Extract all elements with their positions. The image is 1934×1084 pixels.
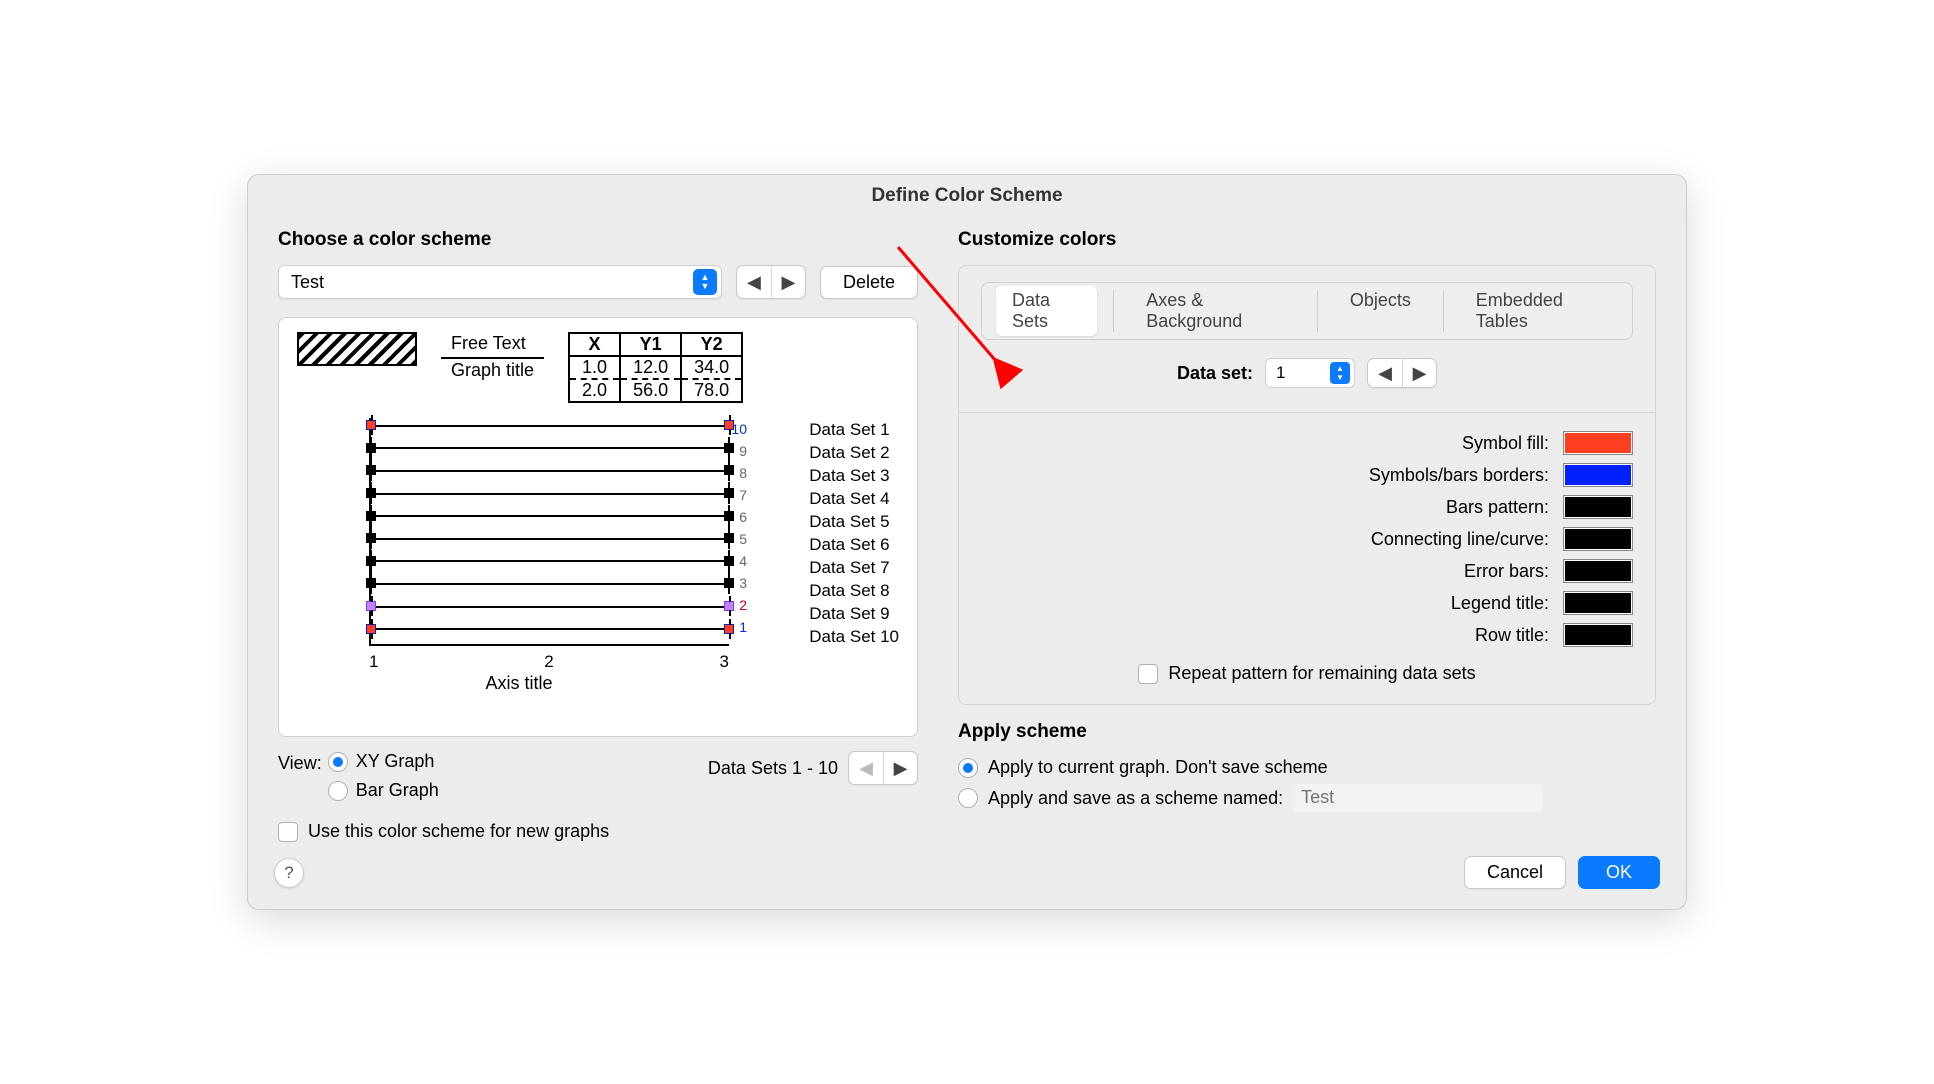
- swatch-error-bars[interactable]: [1563, 559, 1633, 583]
- datasets-prev-button[interactable]: ◀: [849, 752, 883, 784]
- dataset-next-button[interactable]: ▶: [1402, 359, 1436, 387]
- swatch-symbol-fill[interactable]: [1563, 431, 1633, 455]
- td-10: 2.0: [569, 379, 620, 402]
- swatch-connecting-line[interactable]: [1563, 527, 1633, 551]
- axis-title: Axis title: [309, 673, 729, 694]
- graph-area: 10 9 8 7 6 5 4 3 2 1 Data Set 1 Data Set…: [309, 418, 899, 686]
- label-connecting-line: Connecting line/curve:: [1371, 529, 1549, 550]
- preview-table: X Y1 Y2 1.0 12.0 34.0 2.0 56.0 78.0: [568, 332, 743, 403]
- legend-item: Data Set 9: [809, 602, 899, 625]
- swatch-row-title[interactable]: [1563, 623, 1633, 647]
- td-11: 56.0: [620, 379, 681, 402]
- td-12: 78.0: [681, 379, 742, 402]
- tab-embedded-tables[interactable]: Embedded Tables: [1460, 286, 1618, 336]
- label-legend-title: Legend title:: [1451, 593, 1549, 614]
- tab-data-sets[interactable]: Data Sets: [996, 286, 1097, 336]
- legend-item: Data Set 2: [809, 441, 899, 464]
- radio-checked-icon: [958, 758, 978, 778]
- radio-checked-icon: [328, 752, 348, 772]
- customize-panel: Data Sets Axes & Background Objects Embe…: [958, 265, 1656, 705]
- th-x: X: [569, 333, 620, 356]
- combo-stepper-icon: ▲▼: [693, 269, 717, 295]
- scheme-prev-button[interactable]: ◀: [737, 266, 771, 298]
- ok-button[interactable]: OK: [1578, 856, 1660, 889]
- label-bars-pattern: Bars pattern:: [1446, 497, 1549, 518]
- cancel-button[interactable]: Cancel: [1464, 856, 1566, 889]
- scheme-nav: ◀ ▶: [736, 265, 806, 299]
- label-borders: Symbols/bars borders:: [1369, 465, 1549, 486]
- view-row: View: XY Graph Bar Graph Data Sets 1 - 1…: [278, 751, 918, 801]
- legend-item: Data Set 3: [809, 464, 899, 487]
- view-bar-radio[interactable]: Bar Graph: [328, 780, 439, 801]
- label-row-title: Row title:: [1475, 625, 1549, 646]
- legend-item: Data Set 4: [809, 487, 899, 510]
- scheme-combo-value: Test: [291, 272, 693, 293]
- legend-item: Data Set 7: [809, 556, 899, 579]
- hatch-swatch: [297, 332, 417, 366]
- swatch-legend-title[interactable]: [1563, 591, 1633, 615]
- view-label: View:: [278, 751, 322, 774]
- combo-stepper-icon: ▲▼: [1330, 362, 1350, 384]
- radio-icon: [958, 788, 978, 808]
- legend-item: Data Set 5: [809, 510, 899, 533]
- dataset-label: Data set:: [1177, 363, 1253, 384]
- graph-title-label: Graph title: [441, 359, 544, 384]
- tab-objects[interactable]: Objects: [1334, 286, 1427, 336]
- view-xy-radio[interactable]: XY Graph: [328, 751, 439, 772]
- th-y2: Y2: [681, 333, 742, 356]
- axes: [369, 418, 729, 646]
- apply-save-radio[interactable]: Apply and save as a scheme named:: [958, 784, 1656, 812]
- label-symbol-fill: Symbol fill:: [1462, 433, 1549, 454]
- right-pane: Customize colors Data Sets Axes & Backgr…: [958, 225, 1656, 842]
- dataset-nav: ◀ ▶: [1367, 358, 1437, 388]
- radio-icon: [328, 781, 348, 801]
- dataset-prev-button[interactable]: ◀: [1368, 359, 1402, 387]
- legend-item: Data Set 10: [809, 625, 899, 648]
- footer: ? Cancel OK: [248, 842, 1686, 909]
- apply-current-radio[interactable]: Apply to current graph. Don't save schem…: [958, 757, 1656, 778]
- repeat-checkbox[interactable]: Repeat pattern for remaining data sets: [981, 663, 1633, 684]
- free-text-label: Free Text: [441, 332, 544, 359]
- datasets-range-label: Data Sets 1 - 10: [708, 758, 838, 779]
- checkbox-icon: [1138, 664, 1158, 684]
- tab-axes-background[interactable]: Axes & Background: [1130, 286, 1301, 336]
- datasets-nav: ◀ ▶: [848, 751, 918, 785]
- delete-button[interactable]: Delete: [820, 266, 918, 299]
- left-pane: Choose a color scheme Test ▲▼ ◀ ▶ Delete…: [278, 225, 918, 842]
- checkbox-icon: [278, 822, 298, 842]
- content-area: Choose a color scheme Test ▲▼ ◀ ▶ Delete…: [248, 215, 1686, 842]
- datasets-next-button[interactable]: ▶: [883, 752, 917, 784]
- dialog-window: Define Color Scheme Choose a color schem…: [247, 174, 1687, 910]
- swatch-bars-pattern[interactable]: [1563, 495, 1633, 519]
- td-02: 34.0: [681, 356, 742, 379]
- preview-panel: Free Text Graph title X Y1 Y2 1.0 12.0 3…: [278, 317, 918, 737]
- help-button[interactable]: ?: [274, 858, 304, 888]
- scheme-selector-row: Test ▲▼ ◀ ▶ Delete: [278, 265, 918, 299]
- x-ticks: 1 2 3: [369, 652, 729, 672]
- td-01: 12.0: [620, 356, 681, 379]
- choose-scheme-heading: Choose a color scheme: [278, 229, 918, 251]
- apply-heading: Apply scheme: [958, 721, 1656, 743]
- th-y1: Y1: [620, 333, 681, 356]
- swatch-borders[interactable]: [1563, 463, 1633, 487]
- use-for-new-checkbox[interactable]: Use this color scheme for new graphs: [278, 821, 918, 842]
- scheme-name-input[interactable]: [1293, 784, 1543, 812]
- legend-labels: Data Set 1 Data Set 2 Data Set 3 Data Se…: [809, 418, 899, 648]
- window-title: Define Color Scheme: [248, 175, 1686, 215]
- legend-item: Data Set 1: [809, 418, 899, 441]
- scheme-next-button[interactable]: ▶: [771, 266, 805, 298]
- y-number-labels: 10 9 8 7 6 5 4 3 2 1: [731, 418, 747, 638]
- label-error-bars: Error bars:: [1464, 561, 1549, 582]
- td-00: 1.0: [569, 356, 620, 379]
- customize-heading: Customize colors: [958, 229, 1656, 251]
- legend-item: Data Set 6: [809, 533, 899, 556]
- scheme-combo[interactable]: Test ▲▼: [278, 265, 722, 299]
- dataset-combo[interactable]: 1 ▲▼: [1265, 358, 1355, 388]
- tabbar: Data Sets Axes & Background Objects Embe…: [981, 282, 1633, 340]
- legend-item: Data Set 8: [809, 579, 899, 602]
